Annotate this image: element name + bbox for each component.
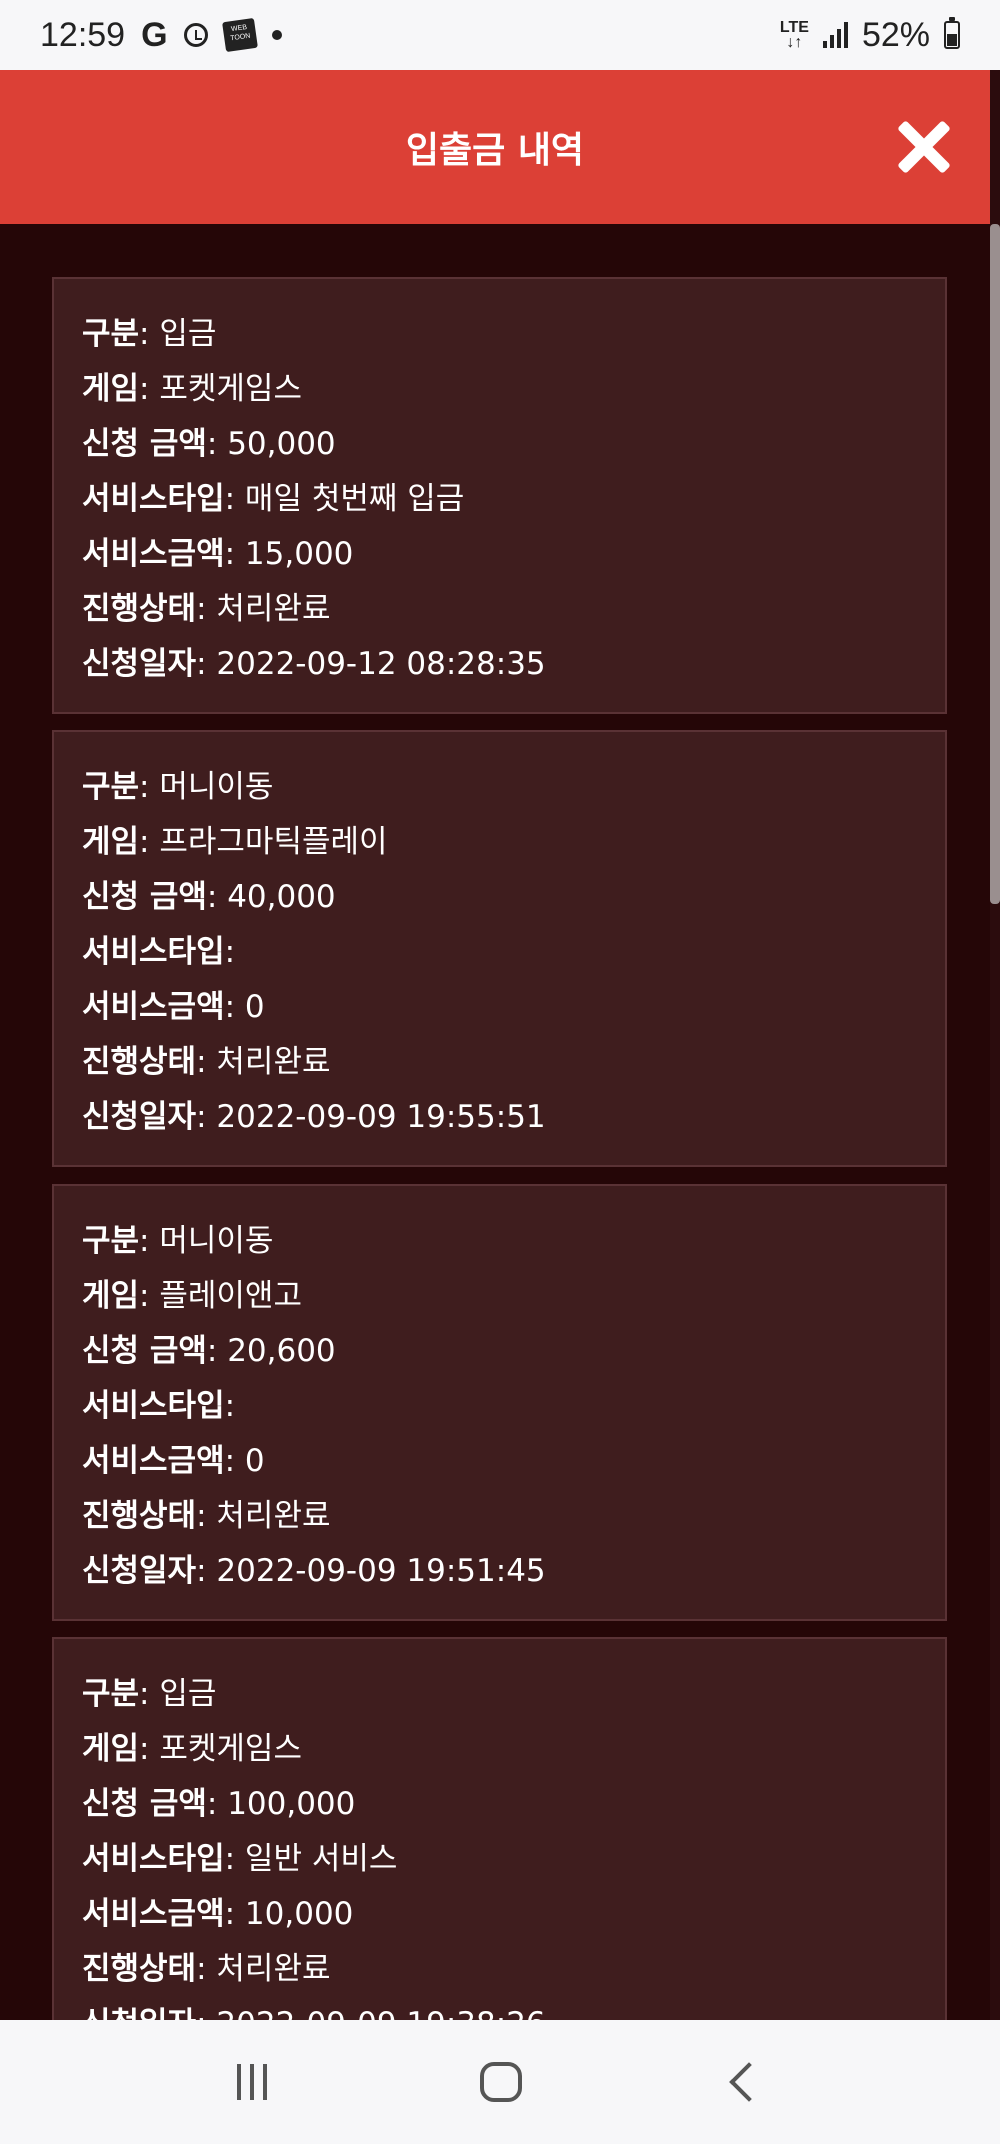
close-icon[interactable]: [896, 119, 952, 175]
battery-icon: [944, 17, 960, 49]
google-icon: G: [141, 15, 168, 54]
scrollbar-thumb[interactable]: [990, 224, 1000, 904]
service-amount-row: 서비스금액: 0: [82, 1443, 265, 1479]
game-row: 게임: 포켓게임스: [82, 371, 302, 407]
page-title: 입출금 내역: [405, 130, 585, 171]
battery-percent: 52%: [861, 15, 930, 54]
type-row: 구분: 머니이동: [82, 769, 274, 805]
lte-icon: LTE ↓↑: [779, 19, 809, 51]
type-row: 구분: 머니이동: [82, 1223, 274, 1259]
amount-row: 신청 금액: 40,000: [82, 879, 336, 915]
alarm-icon: [183, 23, 208, 47]
game-row: 게임: 플레이앤고: [82, 1278, 302, 1314]
type-row: 구분: 입금: [82, 1676, 217, 1712]
notification-dot-icon: [271, 30, 282, 40]
clock: 12:59: [40, 15, 126, 54]
signal-icon: [822, 22, 848, 48]
service-type-row: 서비스타입:: [82, 934, 236, 970]
modal-header: 입출금 내역: [0, 70, 990, 224]
status-row: 진행상태: 처리완료: [82, 1044, 331, 1080]
transaction-card: 구분: 머니이동 게임: 프라그마틱플레이 신청 금액: 40,000 서비스타…: [52, 730, 947, 1167]
service-amount-row: 서비스금액: 0: [82, 989, 265, 1025]
game-row: 게임: 프라그마틱플레이: [82, 824, 388, 860]
transaction-list[interactable]: 구분: 입금 게임: 포켓게임스 신청 금액: 50,000 서비스타입: 매일…: [0, 224, 990, 2020]
type-row: 구분: 입금: [82, 316, 217, 352]
recents-icon[interactable]: [236, 2064, 267, 2100]
status-row: 진행상태: 처리완료: [82, 1498, 331, 1534]
service-amount-row: 서비스금액: 10,000: [82, 1896, 354, 1932]
date-row: 신청일자: 2022-09-09 19:51:45: [82, 1553, 546, 1589]
game-row: 게임: 포켓게임스: [82, 1731, 302, 1767]
amount-row: 신청 금액: 20,600: [82, 1333, 336, 1369]
date-row: 신청일자: 2022-09-09 19:55:51: [82, 1099, 546, 1135]
date-row: 신청일자: 2022-09-12 08:28:35: [82, 646, 546, 682]
amount-row: 신청 금액: 50,000: [82, 426, 336, 462]
service-amount-row: 서비스금액: 15,000: [82, 536, 354, 572]
network-type: LTE: [779, 19, 809, 36]
status-row: 진행상태: 처리완료: [82, 1951, 331, 1987]
status-bar: 12:59 G WEB TOON LTE ↓↑ 52%: [0, 0, 1000, 70]
amount-row: 신청 금액: 100,000: [82, 1786, 356, 1822]
back-icon[interactable]: [729, 2062, 770, 2102]
service-type-row: 서비스타입: 매일 첫번째 입금: [82, 481, 465, 517]
service-type-row: 서비스타입:: [82, 1388, 236, 1424]
date-row: 신청일자: 2022-09-09 19:38:26: [82, 1997, 945, 2020]
transaction-card: 구분: 머니이동 게임: 플레이앤고 신청 금액: 20,600 서비스타입: …: [52, 1184, 947, 1621]
status-row: 진행상태: 처리완료: [82, 591, 331, 627]
transaction-card: 구분: 입금 게임: 포켓게임스 신청 금액: 100,000 서비스타입: 일…: [52, 1637, 947, 2020]
home-icon[interactable]: [479, 2062, 522, 2102]
transaction-card: 구분: 입금 게임: 포켓게임스 신청 금액: 50,000 서비스타입: 매일…: [52, 277, 947, 714]
webtoon-icon: WEB TOON: [221, 17, 258, 53]
system-nav-bar: [0, 2020, 1000, 2144]
service-type-row: 서비스타입: 일반 서비스: [82, 1841, 398, 1877]
scrollbar[interactable]: [990, 70, 1000, 2020]
